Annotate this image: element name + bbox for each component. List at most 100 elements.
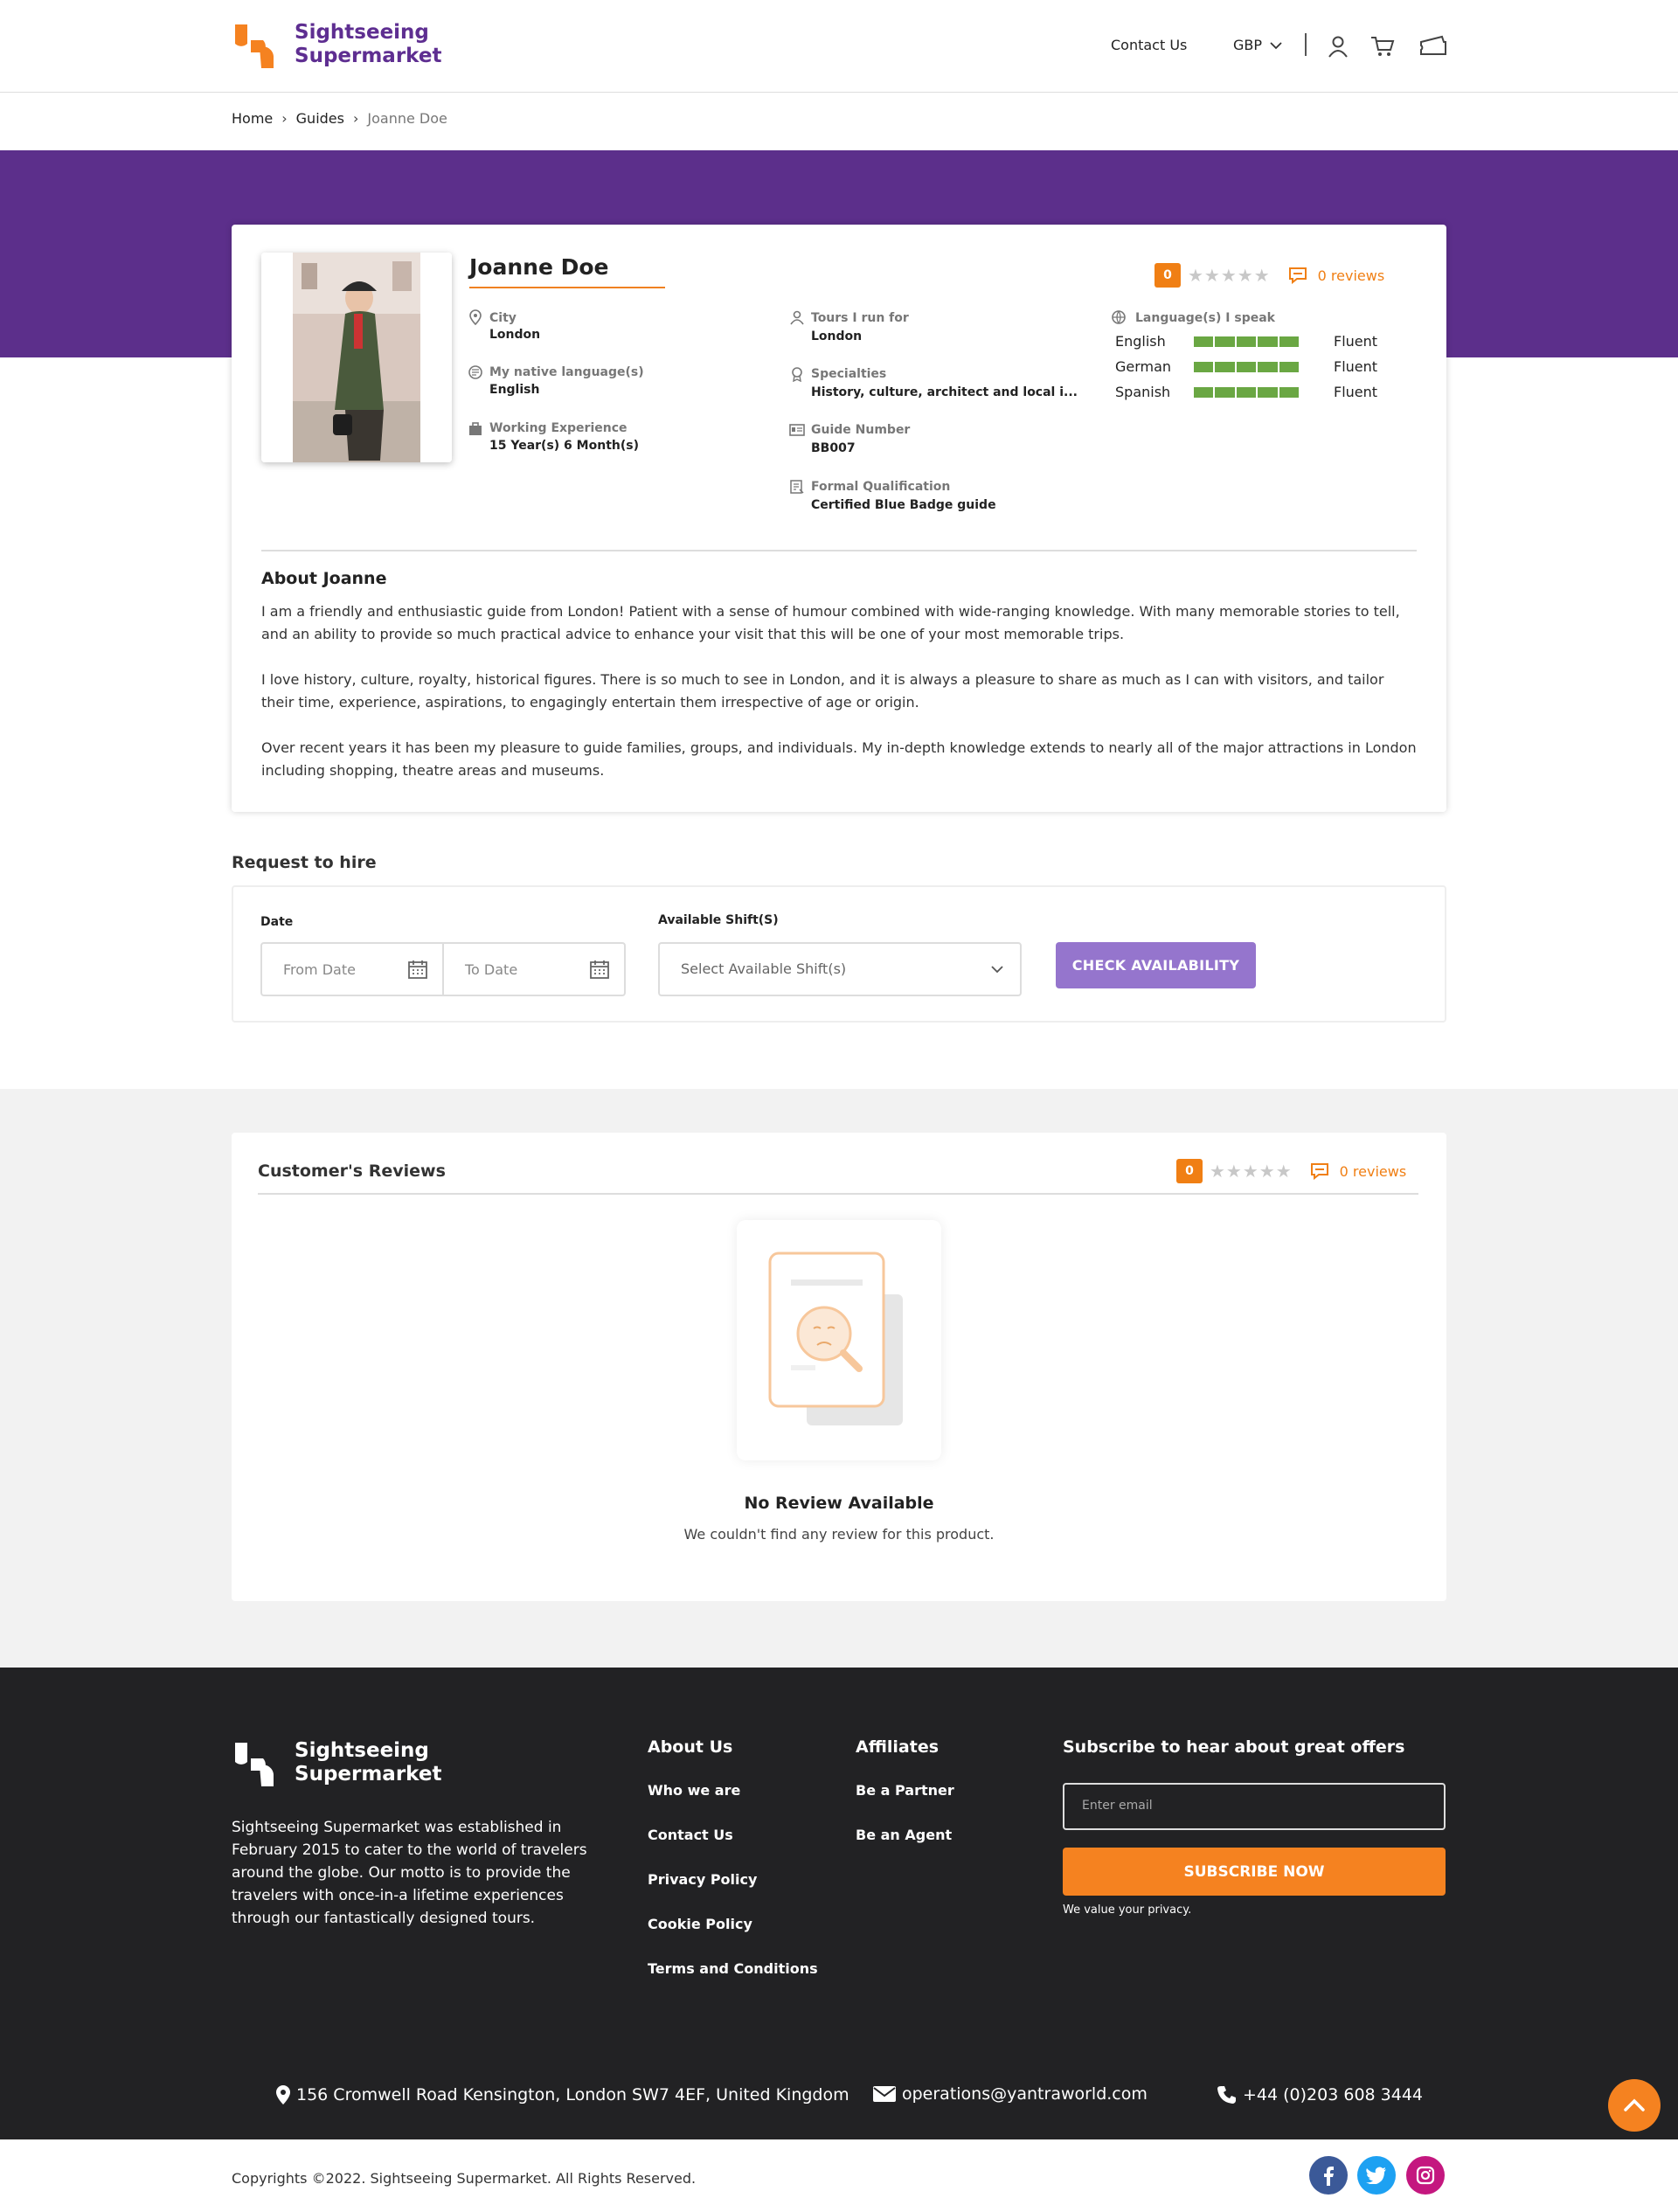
no-review-subtitle: We couldn't find any review for this pro… — [683, 1526, 995, 1543]
footer-phone[interactable]: +44 (0)203 608 3444 — [1217, 2084, 1423, 2105]
logo-mark-icon — [235, 24, 274, 68]
from-date-placeholder: From Date — [283, 961, 356, 978]
breadcrumb-home[interactable]: Home — [232, 110, 273, 127]
breadcrumb-separator-icon: › — [352, 110, 359, 127]
speech-bubble-icon — [468, 365, 482, 379]
subscribe-heading: Subscribe to hear about great offers — [1063, 1737, 1405, 1757]
logo-line1: Sightseeing — [295, 21, 429, 44]
guide-photo-image — [261, 253, 452, 462]
chevron-up-icon — [1624, 2098, 1645, 2111]
about-us-heading: About Us — [648, 1737, 733, 1757]
no-review-icon — [768, 1252, 903, 1425]
footer-link-contact-us[interactable]: Contact Us — [648, 1827, 733, 1843]
facebook-icon[interactable] — [1309, 2156, 1348, 2195]
request-form: Date From Date To Date Available Shift(S… — [232, 885, 1446, 1023]
language-level-bar — [1194, 362, 1300, 372]
calendar-icon[interactable] — [407, 959, 428, 980]
empty-reviews-illustration — [737, 1220, 941, 1460]
guide-profile-card: Joanne Doe 0 ★★★★★ 0 reviews City London… — [232, 225, 1446, 812]
certificate-icon — [790, 480, 804, 494]
phone-icon — [1217, 2086, 1236, 2104]
specialties-label: Specialties — [811, 367, 887, 381]
shift-select[interactable]: Select Available Shift(s) — [658, 942, 1022, 996]
shift-placeholder: Select Available Shift(s) — [681, 960, 847, 977]
about-title: About Joanne — [261, 569, 387, 588]
tour-guide-icon — [790, 310, 804, 325]
reviews-rating: 0 ★★★★★ 0 reviews — [1176, 1159, 1406, 1183]
language-level-bar — [1194, 387, 1300, 398]
instagram-icon[interactable] — [1406, 2156, 1445, 2195]
site-logo[interactable]: Sightseeing Supermarket — [232, 19, 441, 72]
award-icon — [792, 367, 802, 382]
cart-icon[interactable] — [1369, 33, 1396, 59]
copyright-text: Copyrights ©2022. Sightseeing Supermarke… — [232, 2170, 697, 2187]
logo-mark-icon — [235, 1743, 274, 1786]
from-date-input[interactable]: From Date — [260, 942, 444, 996]
location-pin-icon — [469, 309, 482, 325]
ticket-icon[interactable] — [1418, 33, 1448, 59]
envelope-icon — [873, 2086, 896, 2102]
divider — [261, 550, 1417, 551]
nav-contact-us[interactable]: Contact Us — [1111, 37, 1187, 53]
logo-line2: Supermarket — [295, 1763, 442, 1786]
qualification-label: Formal Qualification — [811, 480, 951, 494]
guide-number-value: BB007 — [811, 441, 856, 455]
footer-link-who-we-are[interactable]: Who we are — [648, 1782, 740, 1799]
email-text: operations@yantraworld.com — [902, 2084, 1148, 2104]
breadcrumb-current: Joanne Doe — [367, 110, 447, 127]
subscribe-button[interactable]: SUBSCRIBE NOW — [1063, 1848, 1446, 1896]
reviews-title: Customer's Reviews — [258, 1161, 446, 1181]
phone-text: +44 (0)203 608 3444 — [1243, 2085, 1424, 2105]
comment-icon — [1288, 267, 1307, 284]
email-field[interactable]: Enter email — [1063, 1783, 1446, 1830]
reviews-section: Customer's Reviews 0 ★★★★★ 0 reviews No … — [0, 1089, 1678, 1668]
footer-link-be-an-agent[interactable]: Be an Agent — [856, 1827, 952, 1843]
footer-address: 156 Cromwell Road Kensington, London SW7… — [275, 2084, 849, 2105]
logo-line1: Sightseeing — [295, 1739, 429, 1762]
native-language-label: My native language(s) — [489, 365, 644, 379]
footer-logo[interactable]: Sightseeing Supermarket — [232, 1737, 441, 1790]
affiliates-heading: Affiliates — [856, 1737, 940, 1757]
shift-label: Available Shift(S) — [658, 913, 779, 927]
breadcrumb-separator-icon: › — [281, 110, 288, 127]
calendar-icon[interactable] — [589, 959, 610, 980]
id-card-icon — [789, 424, 805, 436]
to-date-input[interactable]: To Date — [442, 942, 626, 996]
check-availability-button[interactable]: CHECK AVAILABILITY — [1056, 942, 1256, 988]
user-icon[interactable] — [1325, 33, 1351, 59]
currency-selector[interactable]: GBP — [1233, 37, 1283, 53]
comment-icon — [1310, 1163, 1328, 1180]
privacy-note: We value your privacy. — [1063, 1903, 1192, 1917]
guide-name: Joanne Doe — [469, 254, 665, 288]
specialties-value: History, culture, architect and local i.… — [811, 385, 1078, 399]
address-text: 156 Cromwell Road Kensington, London SW7… — [296, 2085, 849, 2105]
guide-photo — [261, 253, 452, 462]
about-paragraph: I am a friendly and enthusiastic guide f… — [261, 603, 1400, 642]
back-to-top-button[interactable] — [1608, 2079, 1661, 2132]
languages-label: Language(s) I speak — [1135, 311, 1275, 325]
footer-link-privacy-policy[interactable]: Privacy Policy — [648, 1871, 757, 1888]
reviews-link[interactable]: 0 reviews — [1310, 1162, 1406, 1180]
language-level: Fluent — [1334, 384, 1378, 400]
breadcrumb-guides[interactable]: Guides — [296, 110, 344, 127]
footer-link-terms[interactable]: Terms and Conditions — [648, 1960, 818, 1977]
globe-chat-icon — [1112, 310, 1126, 324]
native-language-value: English — [489, 383, 540, 397]
to-date-placeholder: To Date — [465, 961, 518, 978]
footer-email[interactable]: operations@yantraworld.com — [872, 2084, 1148, 2104]
language-level: Fluent — [1334, 358, 1378, 375]
chevron-down-icon — [991, 966, 1003, 974]
reviews-link[interactable]: 0 reviews — [1288, 267, 1385, 284]
guide-number-label: Guide Number — [811, 423, 911, 437]
twitter-icon[interactable] — [1357, 2156, 1396, 2195]
footer-link-cookie-policy[interactable]: Cookie Policy — [648, 1916, 752, 1932]
reviews-card: Customer's Reviews 0 ★★★★★ 0 reviews No … — [232, 1133, 1446, 1601]
reviews-count: 0 reviews — [1317, 267, 1385, 284]
about-paragraph: Over recent years it has been my pleasur… — [261, 739, 1417, 779]
city-label: City — [489, 311, 517, 325]
footer-link-be-a-partner[interactable]: Be a Partner — [856, 1782, 954, 1799]
city-value: London — [489, 328, 541, 342]
rating-stars-icon: ★★★★★ — [1188, 265, 1271, 286]
site-footer: Sightseeing Supermarket Sightseeing Supe… — [0, 1668, 1678, 2139]
tours-label: Tours I run for — [811, 311, 909, 325]
